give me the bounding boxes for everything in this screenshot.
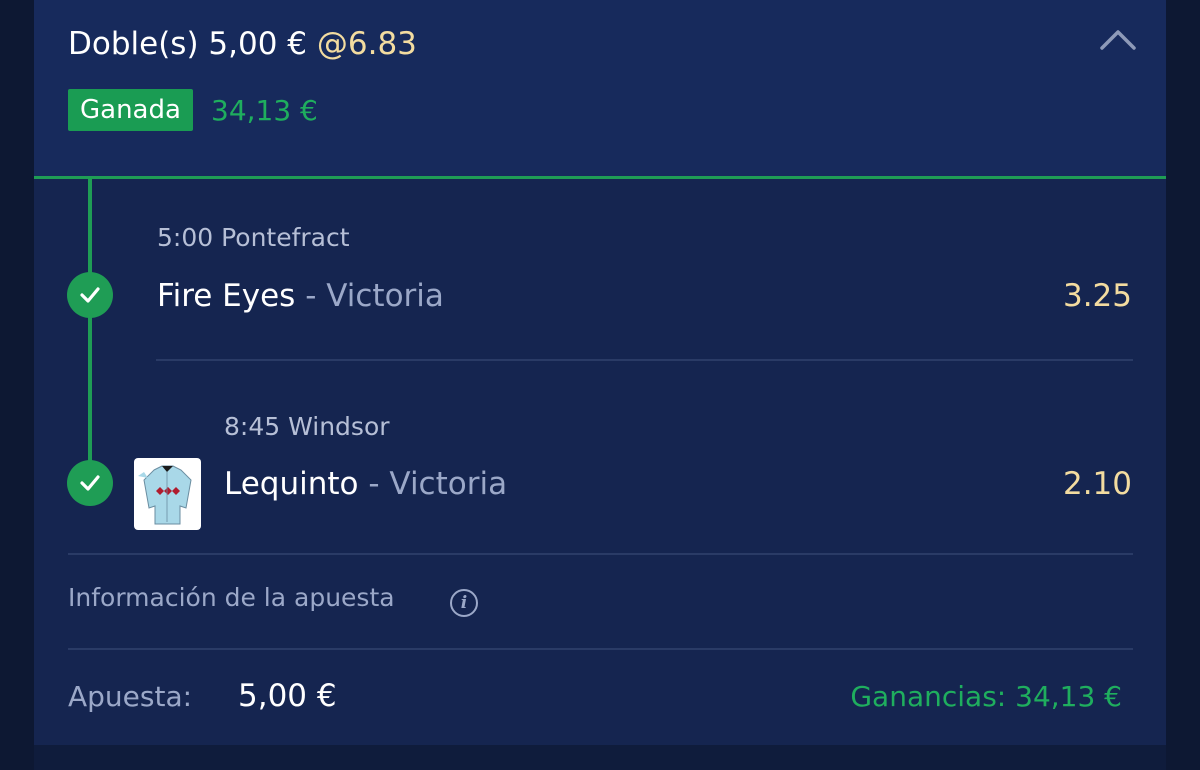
stake-label: Apuesta:: [68, 680, 193, 713]
header-divider: [34, 176, 1166, 179]
check-icon: [67, 460, 113, 506]
winnings-value: 34,13 €: [1015, 680, 1122, 713]
leg-event: 8:45 Windsor: [224, 412, 390, 441]
leg-result: Victoria: [389, 466, 508, 502]
check-icon: [67, 272, 113, 318]
winnings-label: Ganancias:: [850, 680, 1007, 713]
page-gutter-right: [1166, 0, 1200, 770]
leg-event: 5:00 Pontefract: [157, 223, 350, 252]
bet-title: Doble(s) 5,00 € @6.83: [68, 22, 417, 66]
bet-type-label: Doble(s): [68, 26, 199, 62]
bet-card-header[interactable]: Doble(s) 5,00 € @6.83 Ganada 34,13 €: [34, 0, 1166, 178]
page-gutter-left: [0, 0, 34, 770]
stake-value: 5,00 €: [238, 678, 337, 714]
timeline-line: [88, 179, 92, 485]
leg-divider: [156, 359, 1133, 361]
leg-result: Victoria: [326, 278, 444, 314]
chevron-up-icon[interactable]: [1098, 24, 1138, 54]
leg-price: 2.10: [1062, 466, 1132, 502]
summary-divider: [68, 648, 1133, 650]
legs-end-divider: [68, 553, 1133, 555]
leg-runner: Fire Eyes: [157, 278, 296, 314]
bet-stake: 5,00 €: [208, 26, 308, 62]
bet-card: Doble(s) 5,00 € @6.83 Ganada 34,13 € 5:0…: [34, 0, 1166, 745]
win-amount: 34,13 €: [211, 94, 318, 127]
winnings: Ganancias: 34,13 €: [850, 680, 1122, 713]
info-icon-glyph: i: [460, 593, 468, 613]
info-icon[interactable]: i: [450, 589, 478, 617]
leg-separator: -: [295, 278, 327, 314]
jockey-silk-icon: [134, 458, 201, 530]
bet-odds: @6.83: [316, 26, 417, 62]
bet-info-label[interactable]: Información de la apuesta: [68, 583, 395, 612]
leg-selection[interactable]: Fire Eyes - Victoria: [157, 278, 444, 314]
leg-runner: Lequinto: [224, 466, 359, 502]
leg-selection[interactable]: Lequinto - Victoria: [224, 466, 507, 502]
leg-price: 3.25: [1062, 278, 1132, 314]
leg-separator: -: [358, 466, 390, 502]
status-badge: Ganada: [68, 89, 193, 131]
